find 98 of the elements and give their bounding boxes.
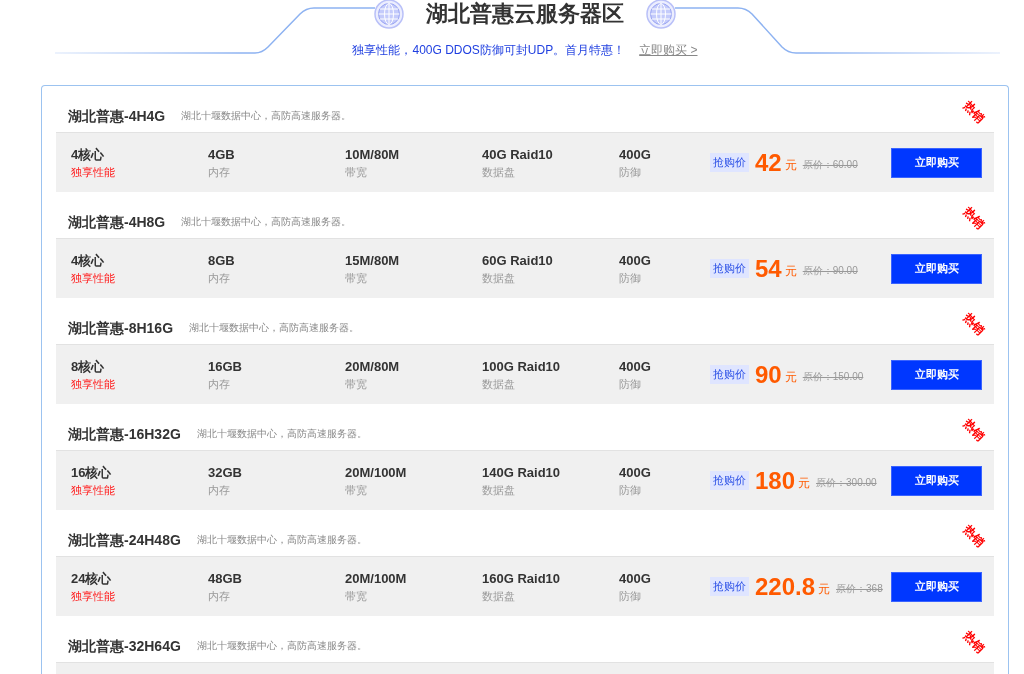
globe-icon <box>646 0 676 29</box>
spec-label: 带宽 <box>345 589 367 603</box>
product-description: 湖北十堰数据中心，高防高速服务器。 <box>181 215 352 229</box>
product-name: 湖北普惠-32H64G <box>68 637 181 655</box>
product-description: 湖北十堰数据中心，高防高速服务器。 <box>196 533 367 547</box>
spec-label: 数据盘 <box>482 377 515 391</box>
hot-sale-label: 热销 <box>960 204 988 232</box>
spec-value: 100G Raid10 <box>482 358 561 375</box>
spec-label: 内存 <box>208 377 230 391</box>
price-amount: 54 <box>755 254 782 283</box>
price-amount: 180 <box>755 466 796 495</box>
spec-value: 48GB <box>208 570 242 587</box>
price-unit: 元 <box>818 581 831 598</box>
spec-label: 独享性能 <box>71 165 115 179</box>
buy-button[interactable]: 立即购买 <box>891 571 982 602</box>
spec-value: 400G <box>619 146 651 163</box>
spec-value: 400G <box>619 570 651 587</box>
price-unit: 元 <box>798 475 811 492</box>
spec-label: 防御 <box>619 483 641 497</box>
flash-price-tag: 抢购价 <box>710 365 749 384</box>
section-title: 湖北普惠云服务器区 <box>426 0 624 28</box>
original-price: 原价：368 <box>836 581 883 596</box>
hot-sale-label: 热销 <box>960 416 988 444</box>
spec-value: 160G Raid10 <box>482 570 561 587</box>
spec-label: 防御 <box>619 271 641 285</box>
product-name: 湖北普惠-4H4G <box>68 107 166 125</box>
spec-value: 20M/80M <box>345 358 400 375</box>
spec-label: 独享性能 <box>71 271 115 285</box>
product-description: 湖北十堰数据中心，高防高速服务器。 <box>196 427 367 441</box>
spec-label: 内存 <box>208 589 230 603</box>
spec-label: 防御 <box>619 589 641 603</box>
flash-price-tag: 抢购价 <box>710 471 749 490</box>
spec-label: 内存 <box>208 271 230 285</box>
spec-label: 独享性能 <box>71 589 115 603</box>
product-name: 湖北普惠-24H48G <box>68 531 181 549</box>
original-price: 原价：300.00 <box>816 475 877 490</box>
spec-label: 带宽 <box>345 377 367 391</box>
spec-label: 带宽 <box>345 271 367 285</box>
product-description: 湖北十堰数据中心，高防高速服务器。 <box>181 109 352 123</box>
buy-button[interactable]: 立即购买 <box>891 147 982 178</box>
flash-price-tag: 抢购价 <box>710 153 749 172</box>
spec-label: 数据盘 <box>482 271 515 285</box>
product-name: 湖北普惠-8H16G <box>68 319 174 337</box>
hot-sale-label: 热销 <box>960 98 988 126</box>
product-name: 湖北普惠-4H8G <box>68 213 166 231</box>
original-price: 原价：90.00 <box>802 263 858 278</box>
buy-button[interactable]: 立即购买 <box>891 465 982 496</box>
spec-value: 40G Raid10 <box>482 146 553 163</box>
original-price: 原价：150.00 <box>802 369 864 384</box>
price-amount: 90 <box>755 360 782 389</box>
flash-price-tag: 抢购价 <box>710 577 749 596</box>
spec-label: 数据盘 <box>482 483 515 497</box>
spec-value: 24核心 <box>71 570 112 587</box>
spec-value: 60G Raid10 <box>482 252 553 269</box>
spec-label: 带宽 <box>345 165 367 179</box>
spec-value: 16核心 <box>71 464 112 481</box>
spec-label: 内存 <box>208 483 230 497</box>
spec-value: 32GB <box>208 464 242 481</box>
spec-value: 8核心 <box>71 358 105 375</box>
buy-button[interactable]: 立即购买 <box>891 359 982 390</box>
spec-label: 数据盘 <box>482 165 515 179</box>
hot-sale-label: 热销 <box>960 628 988 656</box>
price-unit: 元 <box>784 369 797 386</box>
spec-value: 400G <box>619 464 651 481</box>
spec-label: 带宽 <box>345 483 367 497</box>
buy-button[interactable]: 立即购买 <box>891 253 982 284</box>
hot-sale-label: 热销 <box>960 522 988 550</box>
spec-value: 400G <box>619 358 651 375</box>
spec-value: 400G <box>619 252 651 269</box>
spec-value: 4核心 <box>71 146 105 163</box>
spec-label: 数据盘 <box>482 589 515 603</box>
spec-value: 15M/80M <box>345 252 400 269</box>
spec-label: 防御 <box>619 165 641 179</box>
spec-value: 10M/80M <box>345 146 400 163</box>
spec-value: 140G Raid10 <box>482 464 561 481</box>
price-amount: 220.8 <box>755 572 816 601</box>
spec-value: 4GB <box>208 146 235 163</box>
spec-value: 16GB <box>208 358 242 375</box>
buy-now-link[interactable]: 立即购买 > <box>639 42 698 58</box>
globe-icon <box>374 0 404 29</box>
price-amount: 42 <box>755 148 782 177</box>
spec-value: 20M/100M <box>345 570 407 587</box>
spec-value: 8GB <box>208 252 235 269</box>
spec-label: 独享性能 <box>71 377 115 391</box>
hot-sale-label: 热销 <box>960 310 988 338</box>
spec-value: 4核心 <box>71 252 105 269</box>
price-unit: 元 <box>784 263 797 280</box>
product-description: 湖北十堰数据中心，高防高速服务器。 <box>189 321 360 335</box>
price-unit: 元 <box>784 157 797 174</box>
spec-label: 内存 <box>208 165 230 179</box>
spec-label: 防御 <box>619 377 641 391</box>
product-name: 湖北普惠-16H32G <box>68 425 181 443</box>
original-price: 原价：60.00 <box>802 157 858 172</box>
promo-text: 独享性能，400G DDOS防御可封UDP。首月特惠！ <box>352 42 626 58</box>
flash-price-tag: 抢购价 <box>710 259 749 278</box>
product-description: 湖北十堰数据中心，高防高速服务器。 <box>196 639 367 653</box>
spec-label: 独享性能 <box>71 483 115 497</box>
spec-value: 20M/100M <box>345 464 407 481</box>
